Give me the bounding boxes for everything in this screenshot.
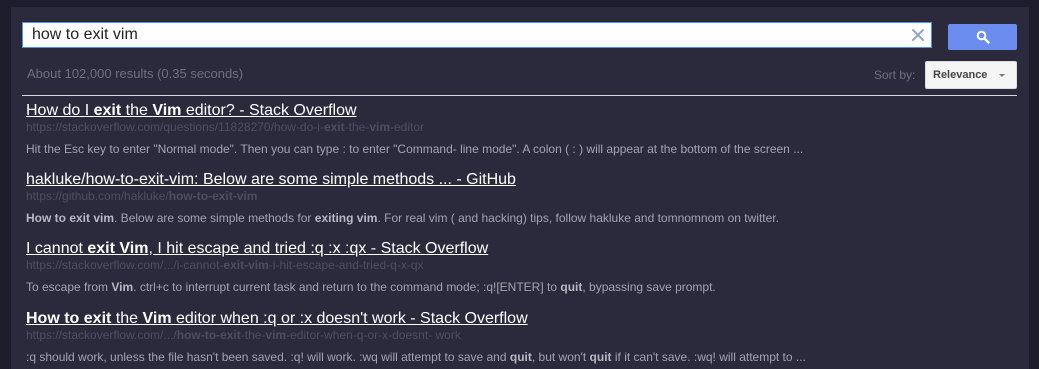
search-input[interactable] xyxy=(23,23,912,47)
highlight-text: exiting vim xyxy=(314,211,378,225)
search-result: I cannot exit Vim, I hit escape and trie… xyxy=(26,239,1016,294)
result-snippet: How to exit vim. Below are some simple m… xyxy=(26,211,1016,225)
text-segment: the xyxy=(121,102,153,119)
search-box xyxy=(22,22,932,48)
text-segment: https://stackoverflow.com/.../i-cannot- xyxy=(26,258,224,272)
text-segment: if it can't save. :wq! will attempt to .… xyxy=(611,350,806,364)
result-snippet: :q should work, unless the file hasn't b… xyxy=(26,350,1016,364)
highlight-text: How to exit vim xyxy=(26,211,115,225)
text-segment: :q should work, unless the file hasn't b… xyxy=(26,350,510,364)
text-segment: . ctrl+c to interrupt current task and r… xyxy=(133,280,561,294)
highlight-text: Vim xyxy=(111,280,134,294)
highlight-text: how-to-exit-vim xyxy=(168,189,258,203)
sort-by-label: Sort by: xyxy=(874,68,916,82)
result-url: https://stackoverflow.com/.../i-cannot-e… xyxy=(26,258,1016,272)
text-segment: https://stackoverflow.com/.../ xyxy=(26,328,177,342)
divider xyxy=(22,95,1017,96)
highlight-text: exit Vim xyxy=(87,240,149,257)
search-result: How do I exit the Vim editor? - Stack Ov… xyxy=(26,101,1016,156)
text-segment: -i-hit-escape-and-tried-q-x-qx xyxy=(268,258,424,272)
text-segment: I cannot xyxy=(26,240,88,257)
result-stats: About 102,000 results (0.35 seconds) xyxy=(27,66,244,81)
text-segment: -the- xyxy=(240,328,266,342)
text-segment: the xyxy=(111,310,143,327)
text-segment: Hit the Esc key to enter "Normal mode". … xyxy=(26,142,804,156)
text-segment: https://github.com/hakluke/ xyxy=(26,189,169,203)
text-segment: -editor xyxy=(390,120,425,134)
highlight-text: How to exit xyxy=(26,310,112,327)
text-segment: , I hit escape and tried :q :x :qx - Sta… xyxy=(148,240,489,257)
sort-dropdown[interactable]: Relevance xyxy=(925,61,1017,89)
highlight-text: Vim xyxy=(152,102,182,119)
highlight-text: quit xyxy=(509,350,532,364)
text-segment: To escape from xyxy=(26,280,112,294)
text-segment: , but won't xyxy=(531,350,590,364)
text-segment: -the- xyxy=(344,120,370,134)
sort-selected-value: Relevance xyxy=(933,69,988,81)
text-segment: hakluke/how-to-exit-vim: Below are some … xyxy=(26,171,516,188)
result-snippet: Hit the Esc key to enter "Normal mode". … xyxy=(26,142,1016,156)
text-segment: editor when :q or :x doesn't work - Stac… xyxy=(171,310,528,327)
search-result: How to exit the Vim editor when :q or :x… xyxy=(26,309,1016,364)
result-snippet: To escape from Vim. ctrl+c to interrupt … xyxy=(26,280,1016,294)
highlight-text: Vim xyxy=(142,310,172,327)
result-title-link[interactable]: hakluke/how-to-exit-vim: Below are some … xyxy=(26,170,1016,189)
text-segment: . For real vim ( and hacking) tips, foll… xyxy=(377,211,779,225)
caret-down-icon xyxy=(999,74,1005,77)
highlight-text: vim xyxy=(265,328,287,342)
result-url: https://github.com/hakluke/how-to-exit-v… xyxy=(26,189,1016,203)
search-button[interactable] xyxy=(948,24,1017,50)
text-segment: editor? - Stack Overflow xyxy=(181,102,357,119)
result-url: https://stackoverflow.com/.../how-to-exi… xyxy=(26,328,1016,342)
result-title-link[interactable]: I cannot exit Vim, I hit escape and trie… xyxy=(26,239,1016,258)
highlight-text: quit xyxy=(560,280,583,294)
search-icon xyxy=(976,30,990,44)
highlight-text: vim xyxy=(369,120,390,134)
close-icon[interactable] xyxy=(909,26,927,44)
text-segment: How do I xyxy=(26,102,94,119)
result-title-link[interactable]: How to exit the Vim editor when :q or :x… xyxy=(26,309,1016,328)
highlight-text: exit xyxy=(323,120,345,134)
text-segment: , bypassing save prompt. xyxy=(582,280,716,294)
result-title-link[interactable]: How do I exit the Vim editor? - Stack Ov… xyxy=(26,101,1016,120)
result-url: https://stackoverflow.com/questions/1182… xyxy=(26,120,1016,134)
highlight-text: quit xyxy=(589,350,612,364)
highlight-text: exit-vim xyxy=(223,258,269,272)
text-segment: -editor-when-q-or-x-doesnt- work xyxy=(286,328,461,342)
highlight-text: how-to-exit xyxy=(176,328,241,342)
text-segment: https://stackoverflow.com/questions/1182… xyxy=(26,120,324,134)
highlight-text: exit xyxy=(93,102,122,119)
search-result: hakluke/how-to-exit-vim: Below are some … xyxy=(26,170,1016,225)
text-segment: . Below are some simple methods for xyxy=(114,211,315,225)
search-panel: About 102,000 results (0.35 seconds) Sor… xyxy=(11,7,1029,369)
